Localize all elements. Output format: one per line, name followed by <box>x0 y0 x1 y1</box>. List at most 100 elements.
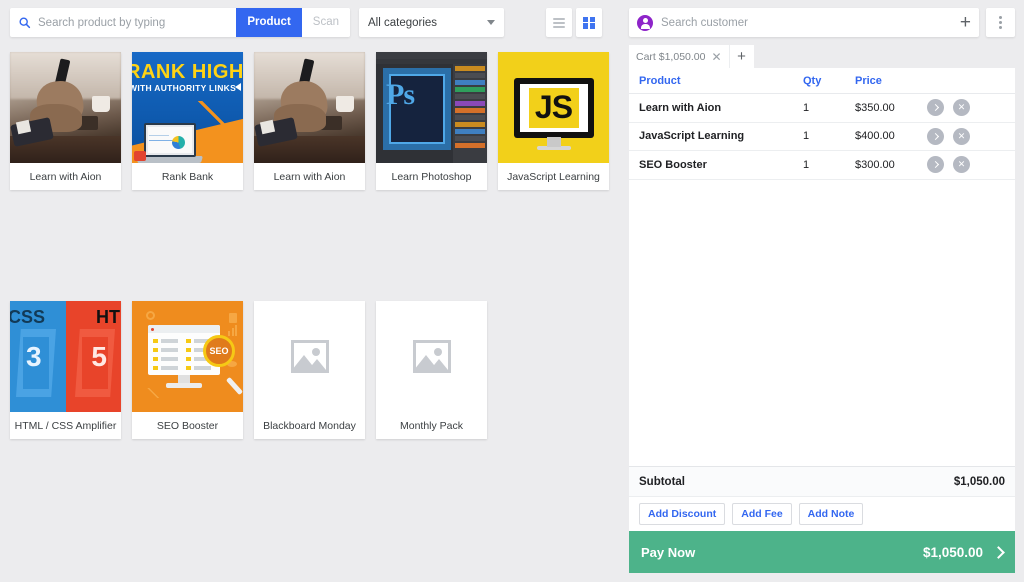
customer-bar: Search customer + <box>620 0 1024 45</box>
cart-item-qty: 1 <box>803 158 810 171</box>
product-card-label: Monthly Pack <box>399 419 464 432</box>
column-header-product: Product <box>639 74 681 87</box>
image-placeholder-icon <box>412 340 451 373</box>
add-cart-tab-button[interactable]: + <box>728 45 754 68</box>
cart-panel-container: Search customer + Cart $1,050.00 ✕ + Pro… <box>620 0 1024 582</box>
product-thumbnail: CSS HT 3 5 <box>10 301 121 412</box>
subtotal-label: Subtotal <box>639 475 685 488</box>
category-select[interactable]: All categories <box>359 8 504 37</box>
product-toolbar: Product Scan All categories <box>0 0 620 45</box>
category-select-label: All categories <box>368 16 438 29</box>
product-card[interactable]: Monthly Pack <box>376 301 487 439</box>
product-thumbnail <box>376 301 487 412</box>
search-icon <box>10 8 38 37</box>
cart-item-name: JavaScript Learning <box>639 130 745 143</box>
subtotal-value: $1,050.00 <box>953 475 1005 488</box>
add-note-button[interactable]: Add Note <box>798 503 864 525</box>
product-thumbnail: SEO <box>132 301 243 412</box>
product-thumbnail: Ps <box>376 52 487 163</box>
list-view-icon <box>553 17 565 28</box>
product-grid: Learn with Aion RANK HIGHERWITH AUTHORIT… <box>0 45 620 582</box>
product-card-label: Learn with Aion <box>273 170 346 183</box>
add-customer-button[interactable]: + <box>960 13 971 32</box>
product-row: Learn with Aion RANK HIGHERWITH AUTHORIT… <box>10 52 610 190</box>
table-row[interactable]: Learn with Aion 1 $350.00 ✕ <box>629 94 1015 123</box>
cart-item-price: $350.00 <box>855 101 895 114</box>
cart-item-actions: ✕ <box>927 127 1005 145</box>
product-thumbnail <box>254 52 365 163</box>
product-card-label: HTML / CSS Amplifier <box>14 419 117 432</box>
grid-view-button[interactable] <box>576 8 602 37</box>
cart-item-list: Learn with Aion 1 $350.00 ✕ JavaScript L… <box>629 94 1015 466</box>
search-mode-toggle: Product Scan <box>236 8 350 37</box>
product-card[interactable]: RANK HIGHERWITH AUTHORITY LINKS Rank Ban… <box>132 52 243 190</box>
chevron-right-icon[interactable] <box>927 156 944 174</box>
image-placeholder-icon <box>290 340 329 373</box>
product-search-group: Product Scan <box>10 8 350 37</box>
pay-now-button[interactable]: Pay Now $1,050.00 <box>629 531 1015 573</box>
product-search-input[interactable] <box>38 8 237 37</box>
add-discount-button[interactable]: Add Discount <box>639 503 726 525</box>
product-card-label: Rank Bank <box>161 170 214 183</box>
mode-scan-button[interactable]: Scan <box>301 8 350 37</box>
pay-now-label: Pay Now <box>641 544 696 560</box>
cart-tab[interactable]: Cart $1,050.00 ✕ <box>629 45 729 68</box>
product-thumbnail: JS <box>498 52 609 163</box>
grid-view-icon <box>583 16 595 29</box>
subtotal-row: Subtotal $1,050.00 <box>629 466 1015 496</box>
cart-tabs: Cart $1,050.00 ✕ + <box>620 45 1024 68</box>
product-card[interactable]: Blackboard Monday <box>254 301 365 439</box>
product-thumbnail: RANK HIGHERWITH AUTHORITY LINKS <box>132 52 243 163</box>
product-card-label: JavaScript Learning <box>507 170 600 183</box>
add-fee-button[interactable]: Add Fee <box>732 503 792 525</box>
product-thumbnail <box>10 52 121 163</box>
product-card-label: Learn Photoshop <box>391 170 472 183</box>
cart-item-qty: 1 <box>803 130 810 143</box>
remove-item-icon[interactable]: ✕ <box>953 99 970 117</box>
product-card[interactable]: CSS HT 3 5 HTML / CSS Amplifier <box>10 301 121 439</box>
chevron-right-icon <box>992 545 1005 559</box>
remove-item-icon[interactable]: ✕ <box>953 156 970 174</box>
more-vertical-icon[interactable] <box>986 8 1015 37</box>
table-row[interactable]: SEO Booster 1 $300.00 ✕ <box>629 151 1015 180</box>
chevron-down-icon <box>487 20 495 25</box>
cart-action-buttons: Add Discount Add Fee Add Note <box>629 496 1015 531</box>
product-card[interactable]: Learn with Aion <box>10 52 121 190</box>
column-header-price: Price <box>855 74 882 87</box>
view-mode-toggle <box>546 8 610 37</box>
cart-item-actions: ✕ <box>927 99 1005 117</box>
product-row: CSS HT 3 5 HTML / CSS Amplifier SEO SEO … <box>10 301 610 439</box>
pos-application: Product Scan All categories <box>0 0 1024 582</box>
product-card-label: Learn with Aion <box>29 170 102 183</box>
product-card[interactable]: Learn with Aion <box>254 52 365 190</box>
close-icon[interactable]: ✕ <box>711 51 721 63</box>
product-thumbnail <box>254 301 365 412</box>
customer-avatar-icon <box>637 14 653 31</box>
mode-product-button[interactable]: Product <box>236 8 302 37</box>
cart-contents: Product Qty Price Learn with Aion 1 $350… <box>629 68 1015 531</box>
column-header-qty: Qty <box>803 74 822 87</box>
product-catalog-panel: Product Scan All categories <box>0 0 620 582</box>
cart-item-price: $400.00 <box>855 130 895 143</box>
customer-search-placeholder: Search customer <box>661 16 748 29</box>
product-card-label: SEO Booster <box>156 419 219 432</box>
cart-item-actions: ✕ <box>927 156 1005 174</box>
product-card[interactable]: JS JavaScript Learning <box>498 52 609 190</box>
remove-item-icon[interactable]: ✕ <box>953 127 970 145</box>
cart-item-qty: 1 <box>803 101 810 114</box>
pay-now-amount: $1,050.00 <box>922 544 983 560</box>
pay-now-total-group: $1,050.00 <box>922 544 1005 560</box>
product-card-label: Blackboard Monday <box>263 419 356 432</box>
cart-tab-label: Cart $1,050.00 <box>636 50 706 63</box>
chevron-right-icon[interactable] <box>927 127 944 145</box>
product-card[interactable]: Ps Learn Photoshop <box>376 52 487 190</box>
cart-item-name: Learn with Aion <box>639 101 722 114</box>
list-view-button[interactable] <box>546 8 572 37</box>
customer-search-group[interactable]: Search customer + <box>629 8 979 37</box>
cart-table-header: Product Qty Price <box>629 68 1015 94</box>
chevron-right-icon[interactable] <box>927 99 944 117</box>
table-row[interactable]: JavaScript Learning 1 $400.00 ✕ <box>629 123 1015 151</box>
product-card[interactable]: SEO SEO Booster <box>132 301 243 439</box>
cart-item-price: $300.00 <box>855 158 895 171</box>
cart-item-name: SEO Booster <box>639 158 707 171</box>
